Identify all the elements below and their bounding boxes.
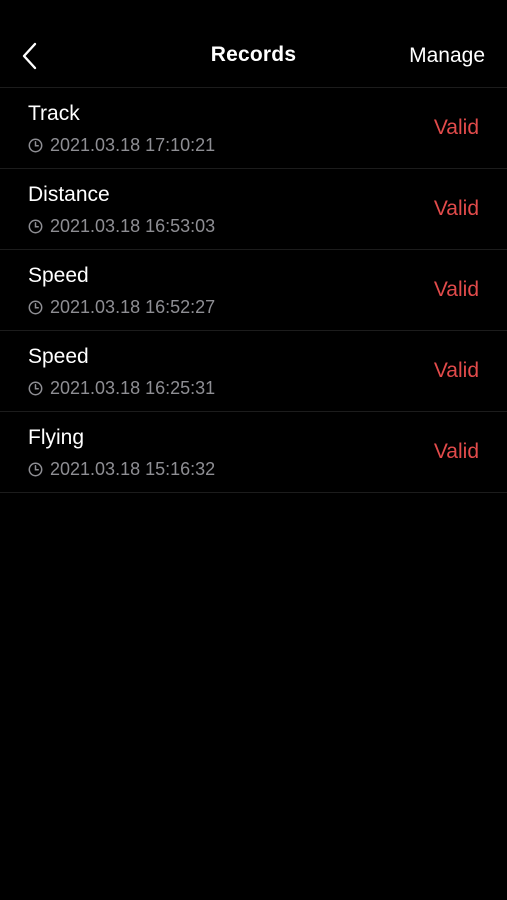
clock-icon	[28, 219, 43, 234]
record-time-text: 2021.03.18 17:10:21	[50, 135, 216, 155]
records-list: Track 2021.03.18 17:10:21 Valid Distance…	[0, 88, 507, 493]
clock-icon	[28, 300, 43, 315]
record-timestamp: 2021.03.18 16:53:03	[28, 216, 215, 237]
record-timestamp: 2021.03.18 17:10:21	[28, 135, 215, 156]
list-item[interactable]: Speed 2021.03.18 16:52:27 Valid	[0, 250, 507, 331]
record-status: Valid	[433, 197, 479, 220]
clock-icon	[28, 381, 43, 396]
record-name: Speed	[28, 345, 89, 368]
record-status: Valid	[433, 278, 479, 301]
record-time-text: 2021.03.18 16:25:31	[50, 378, 216, 398]
record-name: Flying	[28, 426, 85, 449]
record-name: Track	[28, 102, 80, 125]
clock-icon	[28, 138, 43, 153]
list-item[interactable]: Speed 2021.03.18 16:25:31 Valid	[0, 331, 507, 412]
list-item[interactable]: Track 2021.03.18 17:10:21 Valid	[0, 88, 507, 169]
record-time-text: 2021.03.18 16:52:27	[50, 297, 216, 317]
list-item[interactable]: Distance 2021.03.18 16:53:03 Valid	[0, 169, 507, 250]
record-status: Valid	[433, 116, 479, 139]
list-item[interactable]: Flying 2021.03.18 15:16:32 Valid	[0, 412, 507, 493]
record-name: Distance	[28, 183, 110, 206]
record-timestamp: 2021.03.18 16:52:27	[28, 297, 215, 318]
record-status: Valid	[433, 440, 479, 463]
clock-icon	[28, 462, 43, 477]
record-timestamp: 2021.03.18 15:16:32	[28, 459, 215, 480]
record-status: Valid	[433, 359, 479, 382]
record-name: Speed	[28, 264, 89, 287]
record-time-text: 2021.03.18 15:16:32	[50, 459, 216, 479]
record-time-text: 2021.03.18 16:53:03	[50, 216, 216, 236]
record-timestamp: 2021.03.18 16:25:31	[28, 378, 215, 399]
manage-button[interactable]: Manage	[409, 44, 485, 68]
navigation-bar: Records Manage	[0, 0, 507, 88]
